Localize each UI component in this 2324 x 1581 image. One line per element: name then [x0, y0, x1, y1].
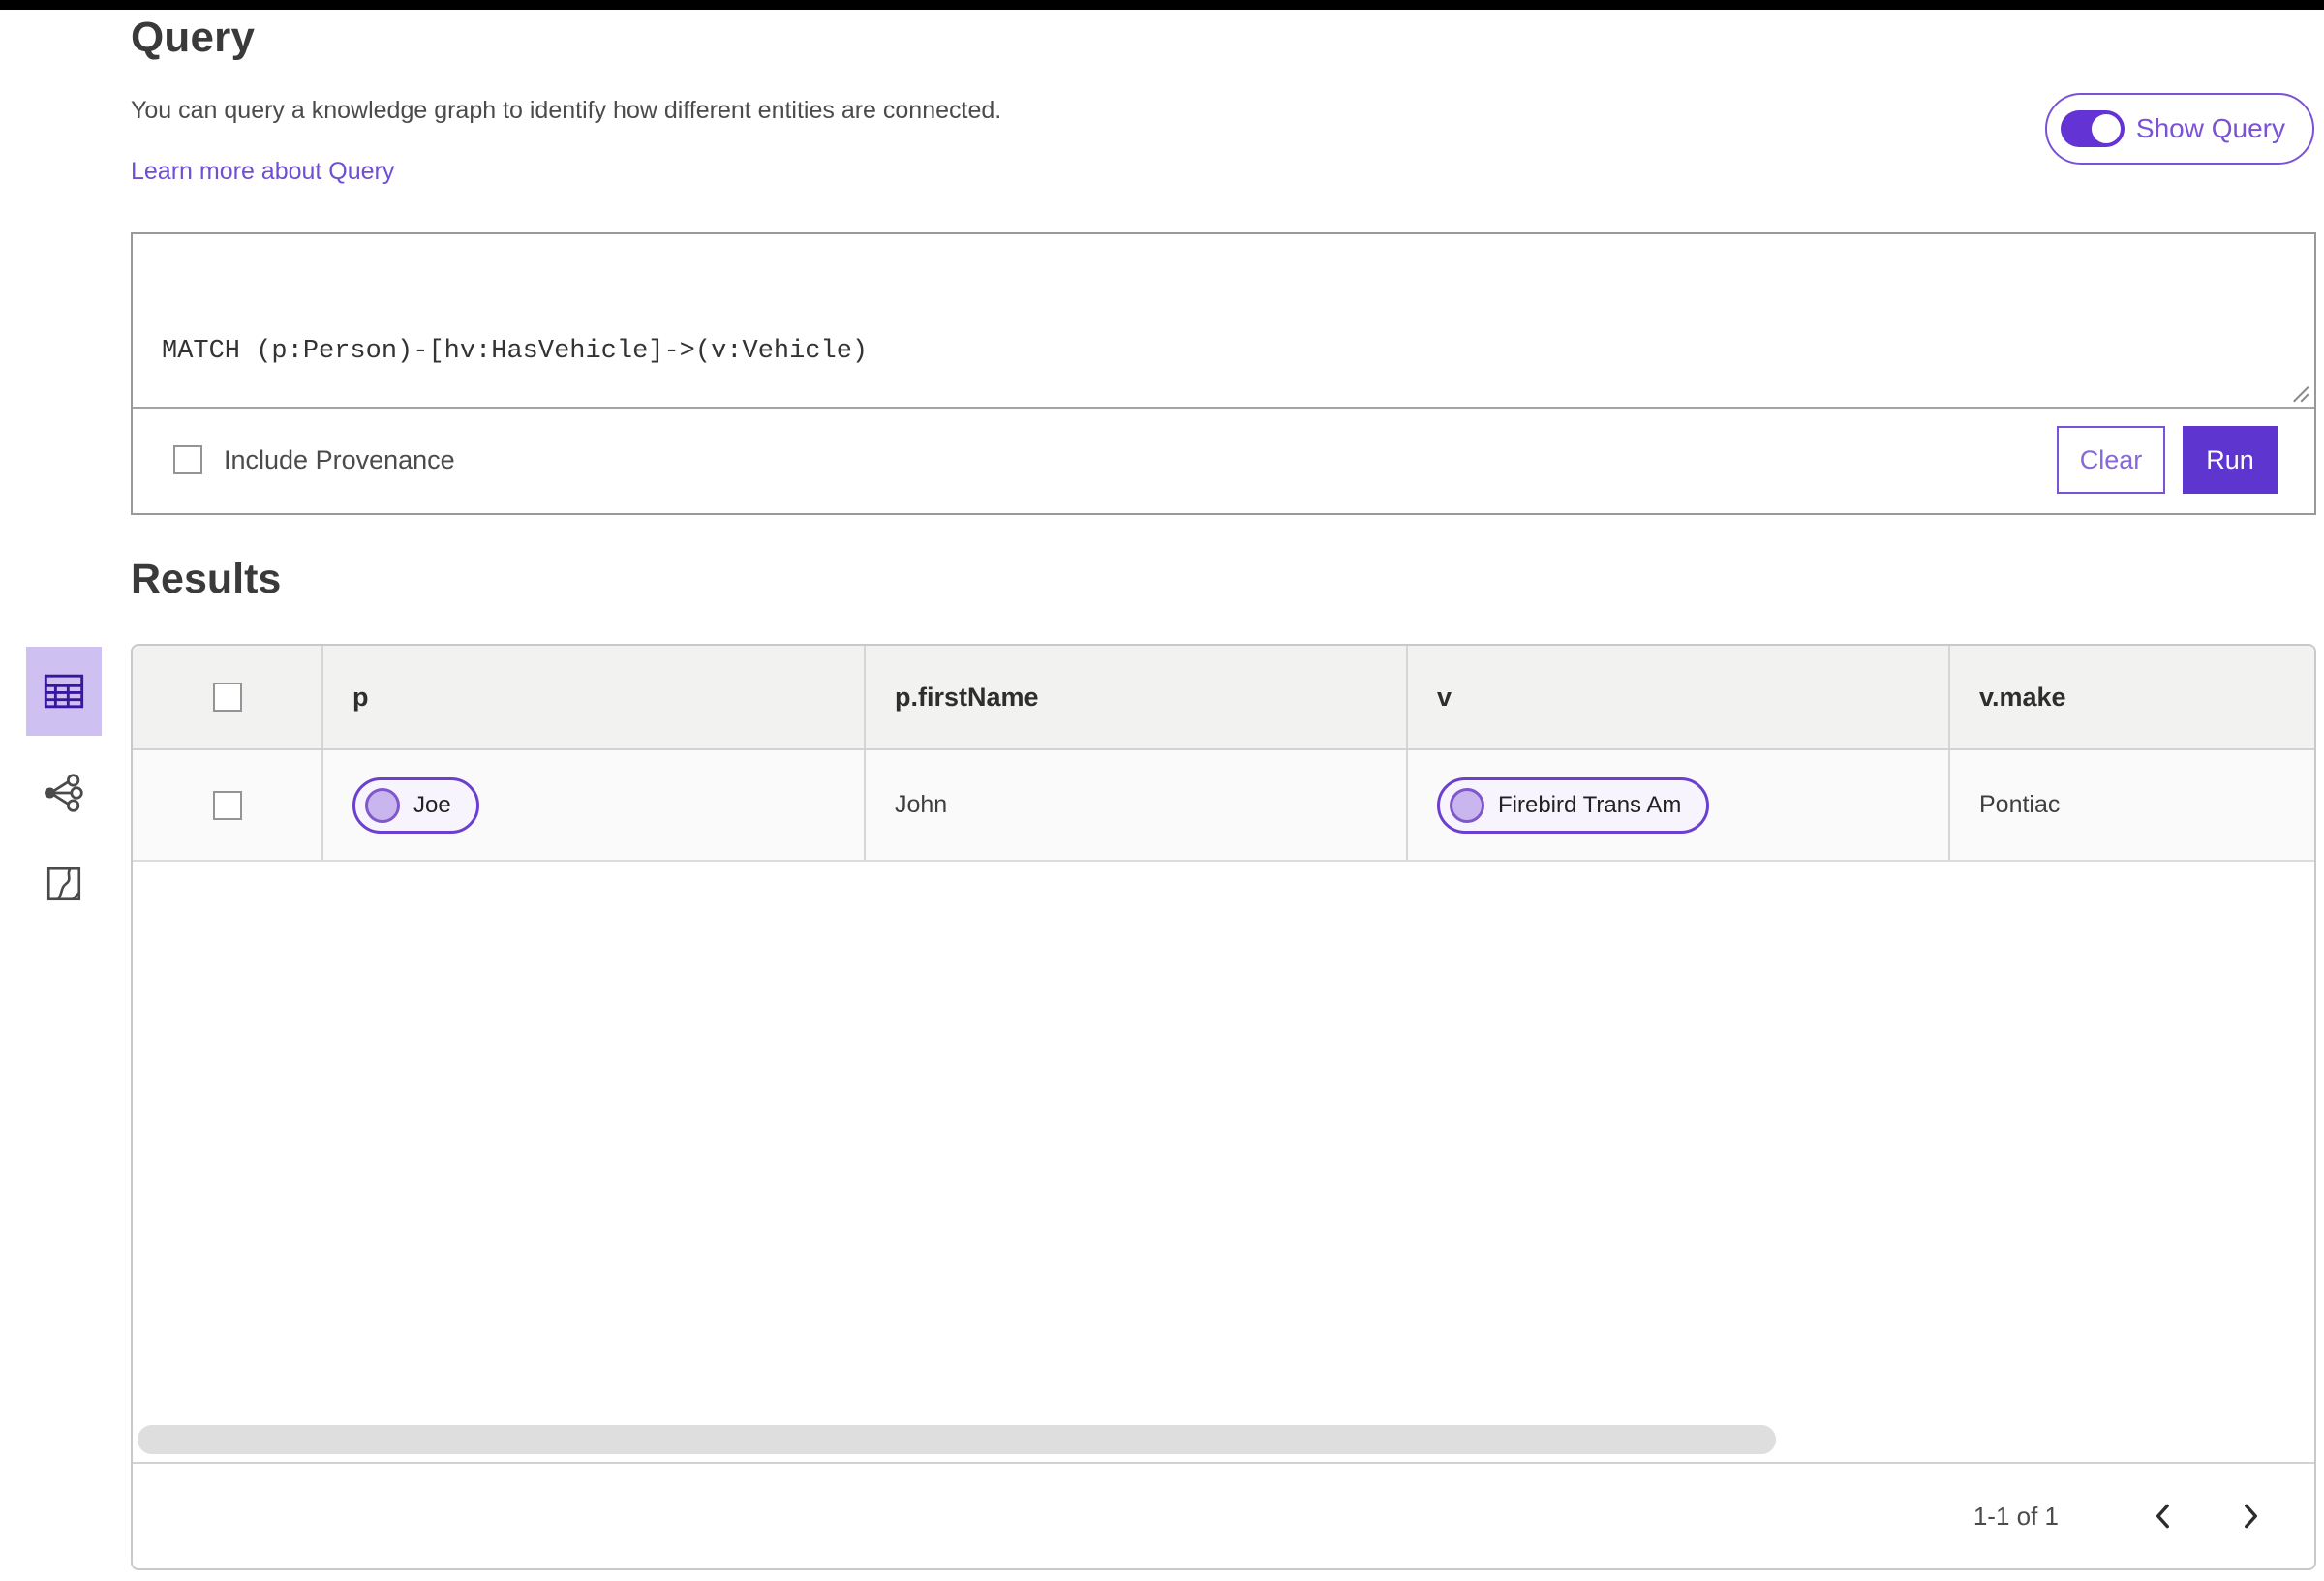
clear-button[interactable]: Clear — [2057, 426, 2165, 494]
entity-dot-icon — [1450, 787, 1484, 823]
column-header-p[interactable]: p — [321, 646, 864, 748]
window-top-edge — [0, 0, 2324, 10]
horizontal-scrollbar[interactable] — [138, 1425, 1776, 1454]
next-page-button[interactable] — [2229, 1495, 2272, 1537]
pagination-range: 1-1 of 1 — [1972, 1501, 2059, 1531]
learn-more-link[interactable]: Learn more about Query — [131, 158, 394, 186]
cell-v: Firebird Trans Am — [1406, 750, 1948, 860]
row-checkbox[interactable] — [212, 790, 242, 820]
cell-p: Joe — [321, 750, 864, 860]
chevron-left-icon — [2156, 1504, 2169, 1529]
show-query-toggle[interactable]: Show Query — [2044, 93, 2314, 165]
results-heading: Results — [131, 556, 282, 602]
cell-p-firstname: John — [864, 750, 1406, 860]
cell-v-make: Pontiac — [1948, 750, 2314, 860]
table-row[interactable]: Joe John Firebird Trans Am Pontiac — [133, 750, 2314, 862]
map-view-button[interactable] — [26, 850, 102, 918]
previous-page-button[interactable] — [2142, 1495, 2185, 1537]
resize-grip-icon[interactable] — [2290, 383, 2309, 403]
toggle-knob — [2091, 114, 2121, 143]
column-header-v-make[interactable]: v.make — [1948, 646, 2314, 748]
query-code-line: MATCH (p:Person)-[hv:HasVehicle]->(v:Veh… — [162, 337, 869, 366]
link-chart-view-button[interactable] — [26, 759, 102, 827]
cell-text: Pontiac — [1979, 791, 2061, 818]
run-button[interactable]: Run — [2183, 426, 2278, 494]
query-footer: Include Provenance Clear Run — [133, 409, 2314, 511]
entity-dot-icon — [365, 787, 400, 823]
table-view-button[interactable] — [26, 647, 102, 736]
entity-pill-vehicle[interactable]: Firebird Trans Am — [1437, 776, 1710, 834]
header-select-cell — [133, 646, 321, 748]
table-empty-area — [133, 862, 2314, 1462]
query-panel: MATCH (p:Person)-[hv:HasVehicle]->(v:Veh… — [131, 232, 2316, 515]
page-description: You can query a knowledge graph to ident… — [131, 97, 1002, 124]
column-header-p-firstname[interactable]: p.firstName — [864, 646, 1406, 748]
view-switcher — [26, 647, 102, 918]
show-query-label: Show Query — [2135, 113, 2285, 143]
select-all-checkbox[interactable] — [212, 683, 242, 712]
toggle-switch-icon[interactable] — [2060, 110, 2125, 147]
chevron-right-icon — [2245, 1504, 2258, 1529]
cell-text: John — [895, 791, 948, 818]
map-icon — [46, 867, 81, 901]
results-table: p p.firstName v v.make Joe John Firebird… — [131, 644, 2316, 1570]
query-code-editor[interactable]: MATCH (p:Person)-[hv:HasVehicle]->(v:Veh… — [133, 234, 2314, 409]
row-select-cell — [133, 750, 321, 860]
table-footer: 1-1 of 1 — [133, 1462, 2314, 1568]
entity-pill-label: Firebird Trans Am — [1498, 791, 1682, 818]
include-provenance-label: Include Provenance — [224, 444, 455, 474]
column-header-v[interactable]: v — [1406, 646, 1948, 748]
page-title: Query — [131, 14, 256, 61]
table-header-row: p p.firstName v v.make — [133, 646, 2314, 750]
link-chart-icon — [45, 774, 83, 812]
entity-pill-person[interactable]: Joe — [352, 776, 479, 834]
include-provenance-checkbox[interactable] — [173, 445, 202, 474]
table-icon — [44, 674, 84, 709]
entity-pill-label: Joe — [413, 791, 451, 818]
